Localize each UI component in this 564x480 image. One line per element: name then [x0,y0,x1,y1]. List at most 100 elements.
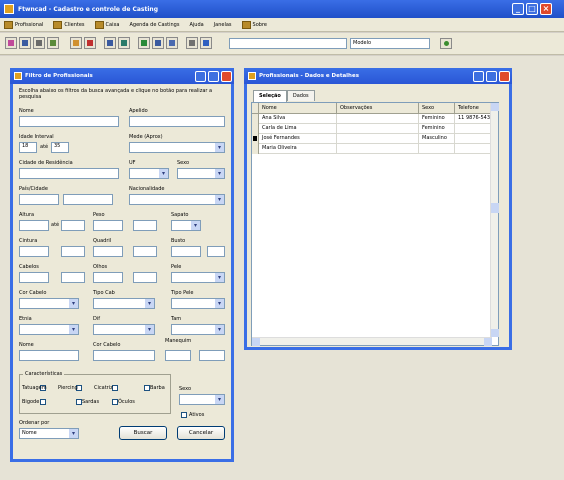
busto-max-field[interactable] [207,246,225,257]
search-button[interactable] [440,38,452,49]
dif-combo[interactable] [93,324,155,335]
col-telefone[interactable]: Telefone [455,103,492,114]
sexo2-combo[interactable] [179,394,225,405]
prof-grid[interactable]: Nome Observações Sexo Telefone Ana Silva… [251,102,499,346]
table-row[interactable]: Ana Silva Feminino 11 9876-5432 [252,114,492,124]
row-selector[interactable] [252,124,259,134]
cintura-min-field[interactable] [19,246,49,257]
pele-combo[interactable] [171,272,225,283]
table-row[interactable]: Carla de Lima Feminino [252,124,492,134]
row-selector[interactable] [252,114,259,124]
grid-button[interactable] [104,37,116,49]
sexo-combo[interactable] [177,168,225,179]
tam-combo[interactable] [171,324,225,335]
calendar-button[interactable] [84,37,96,49]
bigode-checkbox[interactable] [40,399,46,405]
apelido-field[interactable] [129,116,225,127]
new-profissional-button[interactable] [5,37,17,49]
row-selector[interactable] [252,134,259,144]
maximize-button[interactable] [486,70,497,82]
olhos-field[interactable] [93,272,123,283]
close-button[interactable] [221,70,232,82]
manequim-min-field[interactable] [165,350,191,361]
col-observacoes[interactable]: Observações [337,103,419,114]
order-combo[interactable]: Nome [19,428,79,439]
report-button[interactable] [118,37,130,49]
scroll-thumb[interactable] [491,203,499,213]
peso-min-field[interactable] [93,220,123,231]
idade-min-field[interactable]: 18 [19,142,37,153]
scroll-down-icon[interactable] [491,329,499,337]
maximize-button[interactable]: □ [526,3,538,15]
busto-min-field[interactable] [171,246,201,257]
grid-horizontal-scrollbar[interactable] [252,337,492,346]
tipo-cabelo-combo[interactable] [93,298,155,309]
nome2-field[interactable] [19,350,79,361]
table-row[interactable]: José Fernandes Masculino [252,134,492,144]
minimize-button[interactable]: _ [512,3,524,15]
search-type-combo[interactable]: Modelo [350,38,430,49]
altura-max-field[interactable] [61,220,85,231]
grid-vertical-scrollbar[interactable] [490,103,499,337]
minimize-button[interactable] [473,70,484,82]
close-button[interactable]: × [540,3,552,15]
close-button[interactable] [499,70,510,82]
idade-max-field[interactable]: 35 [51,142,69,153]
casting-button[interactable] [166,37,178,49]
filter-window-titlebar: Filtro de Profissionais [10,68,234,84]
menu-sobre[interactable]: Sobre [241,20,267,29]
scroll-up-icon[interactable] [491,103,499,111]
cintura-max-field[interactable] [61,246,85,257]
info-icon [241,20,251,29]
altura-min-field[interactable] [19,220,49,231]
tab-selecao[interactable]: Seleção [253,90,287,102]
menu-agenda[interactable]: Agenda de Castings [130,22,180,28]
sapato-combo[interactable] [171,220,201,231]
manequim-max-field[interactable] [199,350,225,361]
menu-ajuda[interactable]: Ajuda [189,22,203,28]
pais-field[interactable] [19,194,59,205]
search-button[interactable]: Buscar [119,426,167,440]
cabelos2-field[interactable] [61,272,85,283]
app-title: Ftwncad - Cadastro e controle de Casting [18,5,158,13]
scroll-left-icon[interactable] [252,338,260,346]
edit-button[interactable] [47,37,59,49]
list-button[interactable] [19,37,31,49]
schedule-button[interactable] [152,37,164,49]
ativos-checkbox[interactable] [181,412,187,418]
cidade2-field[interactable] [63,194,113,205]
row-selector[interactable] [252,144,259,154]
tab-dados[interactable]: Dados [286,90,315,101]
print-button[interactable] [186,37,198,49]
menu-caixa[interactable]: Caixa [94,20,120,29]
clients-button[interactable] [70,37,82,49]
cancel-button[interactable]: Cancelar [177,426,225,440]
tipo-pele-combo[interactable] [171,298,225,309]
mede-combo[interactable] [129,142,225,153]
filter-button[interactable] [33,37,45,49]
minimize-button[interactable] [195,70,206,82]
quadril-min-field[interactable] [93,246,123,257]
search-input[interactable] [229,38,347,49]
nacionalidade-combo[interactable] [129,194,225,205]
cidade-field[interactable] [19,168,119,179]
etnia-combo[interactable] [19,324,79,335]
table-row[interactable]: Maria Oliveira [252,144,492,154]
col-nome[interactable]: Nome [259,103,337,114]
peso-max-field[interactable] [133,220,157,231]
maximize-button[interactable] [208,70,219,82]
cor-cabelo-combo[interactable] [19,298,79,309]
olhos2-field[interactable] [133,272,157,283]
menu-clientes[interactable]: Clientes [53,20,85,29]
quadril-max-field[interactable] [133,246,157,257]
cabelos-field[interactable] [19,272,49,283]
cor-field[interactable] [93,350,155,361]
col-sexo[interactable]: Sexo [419,103,455,114]
nome-field[interactable] [19,116,119,127]
help-button[interactable] [200,37,212,49]
menu-profissional[interactable]: Profissional [4,20,43,29]
menu-janelas[interactable]: Janelas [214,22,232,28]
scroll-right-icon[interactable] [484,338,492,346]
uf-combo[interactable] [129,168,169,179]
cash-button[interactable] [138,37,150,49]
